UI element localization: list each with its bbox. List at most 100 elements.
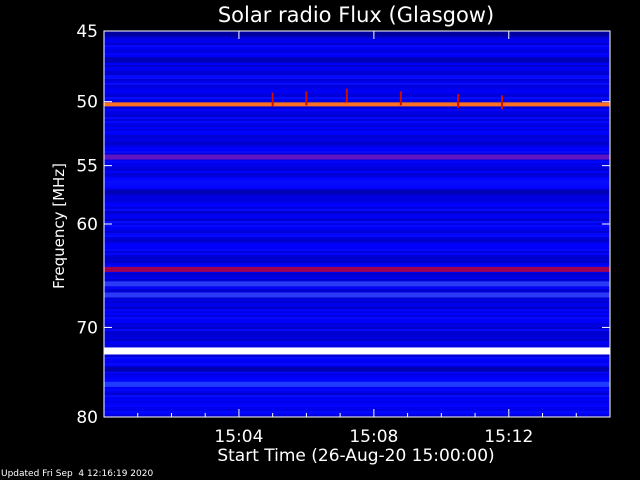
- texture-row: [104, 93, 610, 95]
- texture-row: [104, 67, 610, 69]
- texture-row: [104, 399, 610, 401]
- texture-row: [104, 45, 610, 47]
- texture-row: [104, 209, 610, 211]
- texture-row: [104, 147, 610, 149]
- y-axis-label: Frequency [MHz]: [50, 163, 68, 289]
- texture-row: [104, 165, 610, 167]
- texture-row: [104, 75, 610, 77]
- texture-row: [104, 249, 610, 251]
- texture-row: [104, 135, 610, 137]
- texture-row: [104, 305, 610, 307]
- texture-row: [104, 221, 610, 223]
- texture-row: [104, 177, 610, 179]
- texture-row: [104, 133, 610, 135]
- texture-row: [104, 47, 610, 49]
- frequency-band-10: [104, 381, 610, 387]
- texture-row: [104, 409, 610, 411]
- texture-row: [104, 187, 610, 189]
- texture-row: [104, 85, 610, 87]
- texture-row: [104, 77, 610, 79]
- texture-row: [104, 373, 610, 375]
- texture-row: [104, 171, 610, 173]
- texture-row: [104, 345, 610, 347]
- texture-row: [104, 273, 610, 275]
- texture-row: [104, 241, 610, 243]
- texture-row: [104, 403, 610, 405]
- texture-row: [104, 287, 610, 289]
- texture-row: [104, 121, 610, 123]
- texture-row: [104, 407, 610, 409]
- texture-row: [104, 279, 610, 281]
- texture-row: [104, 225, 610, 227]
- y-tick-label: 60: [76, 215, 98, 235]
- texture-row: [104, 237, 610, 239]
- texture-row: [104, 83, 610, 85]
- y-tick-label: 70: [76, 318, 98, 338]
- frequency-band-1: [104, 57, 610, 63]
- texture-row: [104, 69, 610, 71]
- texture-row: [104, 179, 610, 181]
- texture-row: [104, 137, 610, 139]
- texture-row: [104, 307, 610, 309]
- texture-row: [104, 111, 610, 113]
- y-tick-label: 45: [76, 22, 98, 42]
- texture-row: [104, 309, 610, 311]
- texture-row: [104, 115, 610, 117]
- texture-row: [104, 125, 610, 127]
- burst-mark-5: [501, 95, 504, 110]
- texture-row: [104, 51, 610, 53]
- texture-row: [104, 379, 610, 381]
- texture-row: [104, 97, 610, 99]
- burst-mark-4: [457, 94, 460, 109]
- frequency-band-0: [104, 31, 610, 37]
- texture-row: [104, 375, 610, 377]
- texture-row: [104, 231, 610, 233]
- texture-row: [104, 211, 610, 213]
- texture-row: [104, 207, 610, 209]
- texture-row: [104, 43, 610, 45]
- texture-row: [104, 327, 610, 329]
- texture-row: [104, 123, 610, 125]
- texture-row: [104, 357, 610, 359]
- texture-row: [104, 39, 610, 41]
- texture-row: [104, 129, 610, 131]
- texture-row: [104, 261, 610, 263]
- texture-row: [104, 175, 610, 177]
- y-tick-label: 55: [76, 157, 98, 177]
- frequency-band-2: [104, 102, 610, 107]
- texture-row: [104, 117, 610, 119]
- texture-row: [104, 245, 610, 247]
- texture-row: [104, 343, 610, 345]
- texture-row: [104, 87, 610, 89]
- frequency-band-7: [104, 292, 610, 298]
- texture-row: [104, 219, 610, 221]
- texture-row: [104, 205, 610, 207]
- texture-row: [104, 289, 610, 291]
- texture-row: [104, 243, 610, 245]
- texture-row: [104, 391, 610, 393]
- texture-row: [104, 41, 610, 43]
- texture-row: [104, 131, 610, 133]
- texture-row: [104, 55, 610, 57]
- texture-row: [104, 335, 610, 337]
- texture-row: [104, 185, 610, 187]
- texture-row: [104, 397, 610, 399]
- x-tick-label: 15:04: [214, 427, 263, 447]
- texture-row: [104, 183, 610, 185]
- texture-row: [104, 389, 610, 391]
- texture-row: [104, 95, 610, 97]
- texture-row: [104, 377, 610, 379]
- texture-row: [104, 361, 610, 363]
- frequency-band-4: [104, 189, 610, 195]
- texture-row: [104, 259, 610, 261]
- texture-row: [104, 355, 610, 357]
- texture-row: [104, 341, 610, 343]
- texture-row: [104, 113, 610, 115]
- frequency-band-6: [104, 281, 610, 287]
- texture-row: [104, 143, 610, 145]
- texture-row: [104, 99, 610, 101]
- texture-row: [104, 247, 610, 249]
- texture-row: [104, 227, 610, 229]
- burst-mark-2: [345, 88, 348, 103]
- y-tick-label: 80: [76, 408, 98, 428]
